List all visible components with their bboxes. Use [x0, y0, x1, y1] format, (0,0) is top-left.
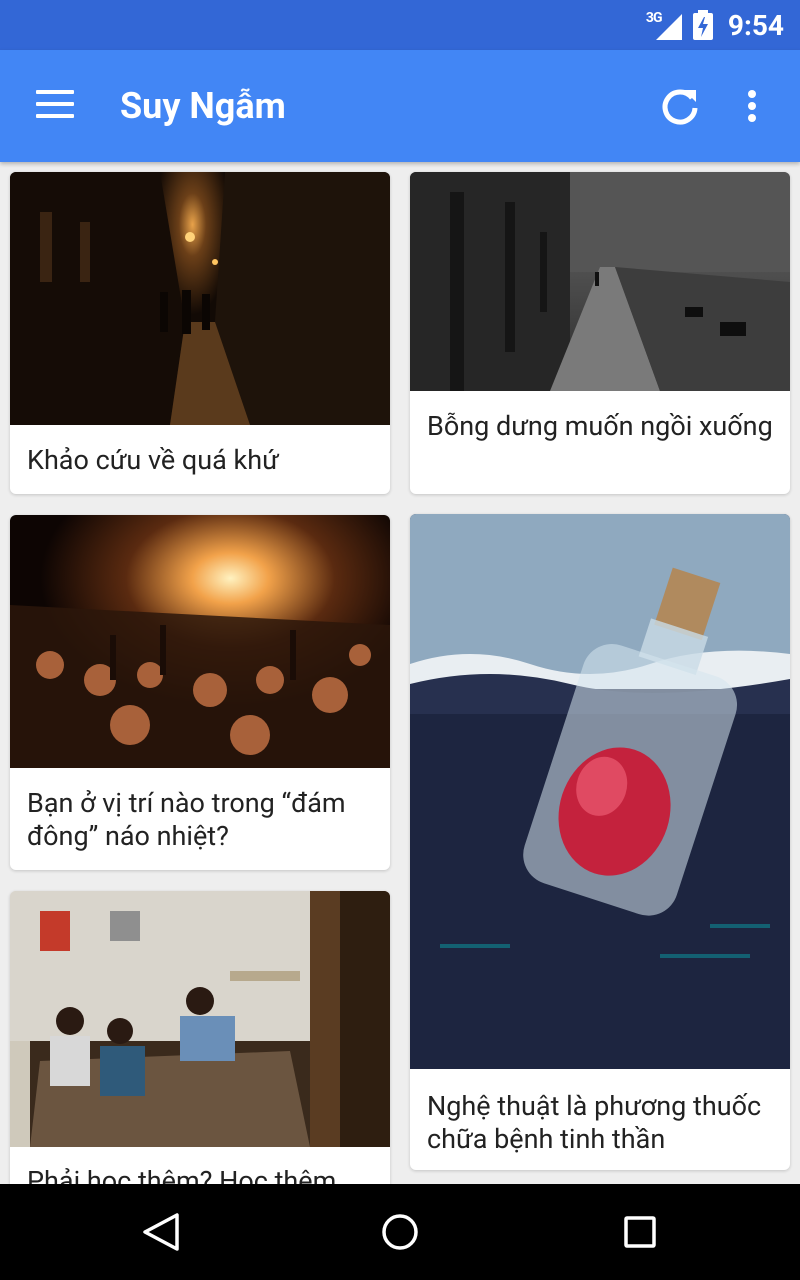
article-title: Nghệ thuật là phương thuốc chữa bệnh tin… — [427, 1090, 762, 1155]
article-card[interactable]: Phải học thêm? Học thêm — [10, 891, 390, 1184]
menu-icon-bar — [36, 102, 74, 106]
article-card[interactable]: Bỗng dưng muốn ngồi xuống — [410, 172, 790, 494]
home-button[interactable] — [370, 1204, 430, 1260]
clock: 9:54 — [727, 8, 784, 42]
navigation-bar — [0, 1184, 800, 1280]
menu-button[interactable] — [30, 84, 82, 128]
article-card[interactable]: Nghệ thuật là phương thuốc chữa bệnh tin… — [410, 514, 790, 1170]
home-icon — [382, 1214, 418, 1250]
menu-icon — [36, 90, 74, 94]
signal-indicator: 3G — [646, 10, 682, 40]
refresh-button[interactable] — [654, 80, 706, 132]
app-title: Suy Ngẫm — [120, 85, 286, 127]
recents-icon — [624, 1216, 656, 1248]
article-image-heart-bottle — [410, 514, 790, 1069]
more-vert-icon — [748, 90, 756, 98]
refresh-icon — [662, 89, 698, 125]
article-title: Bạn ở vị trí nào trong “đám đông” náo nh… — [27, 787, 346, 852]
more-vert-dot — [748, 114, 756, 122]
article-image-park-path — [410, 172, 790, 391]
more-options-button[interactable] — [730, 80, 774, 132]
article-card[interactable]: Bạn ở vị trí nào trong “đám đông” náo nh… — [10, 515, 390, 870]
signal-icon — [655, 14, 682, 40]
battery-charging-icon — [692, 10, 713, 40]
article-title: Bỗng dưng muốn ngồi xuống — [427, 410, 773, 442]
article-title: Phải học thêm? Học thêm — [27, 1165, 337, 1184]
status-bar: 3G 9:54 — [0, 0, 800, 50]
article-title: Khảo cứu về quá khứ — [27, 444, 279, 476]
article-image-night-street — [10, 172, 390, 425]
status-icons: 3G 9:54 — [646, 0, 784, 50]
menu-icon-bar — [36, 114, 74, 118]
more-vert-dot — [748, 102, 756, 110]
back-icon — [143, 1213, 179, 1251]
article-image-classroom — [10, 891, 390, 1147]
article-image-concert-crowd — [10, 515, 390, 768]
app-bar: Suy Ngẫm — [0, 50, 800, 162]
back-button[interactable] — [130, 1204, 190, 1260]
article-card[interactable]: Khảo cứu về quá khứ — [10, 172, 390, 494]
article-grid: Khảo cứu về quá khứ Bỗng dưng muốn ngồi … — [0, 162, 800, 1184]
recents-button[interactable] — [610, 1204, 670, 1260]
